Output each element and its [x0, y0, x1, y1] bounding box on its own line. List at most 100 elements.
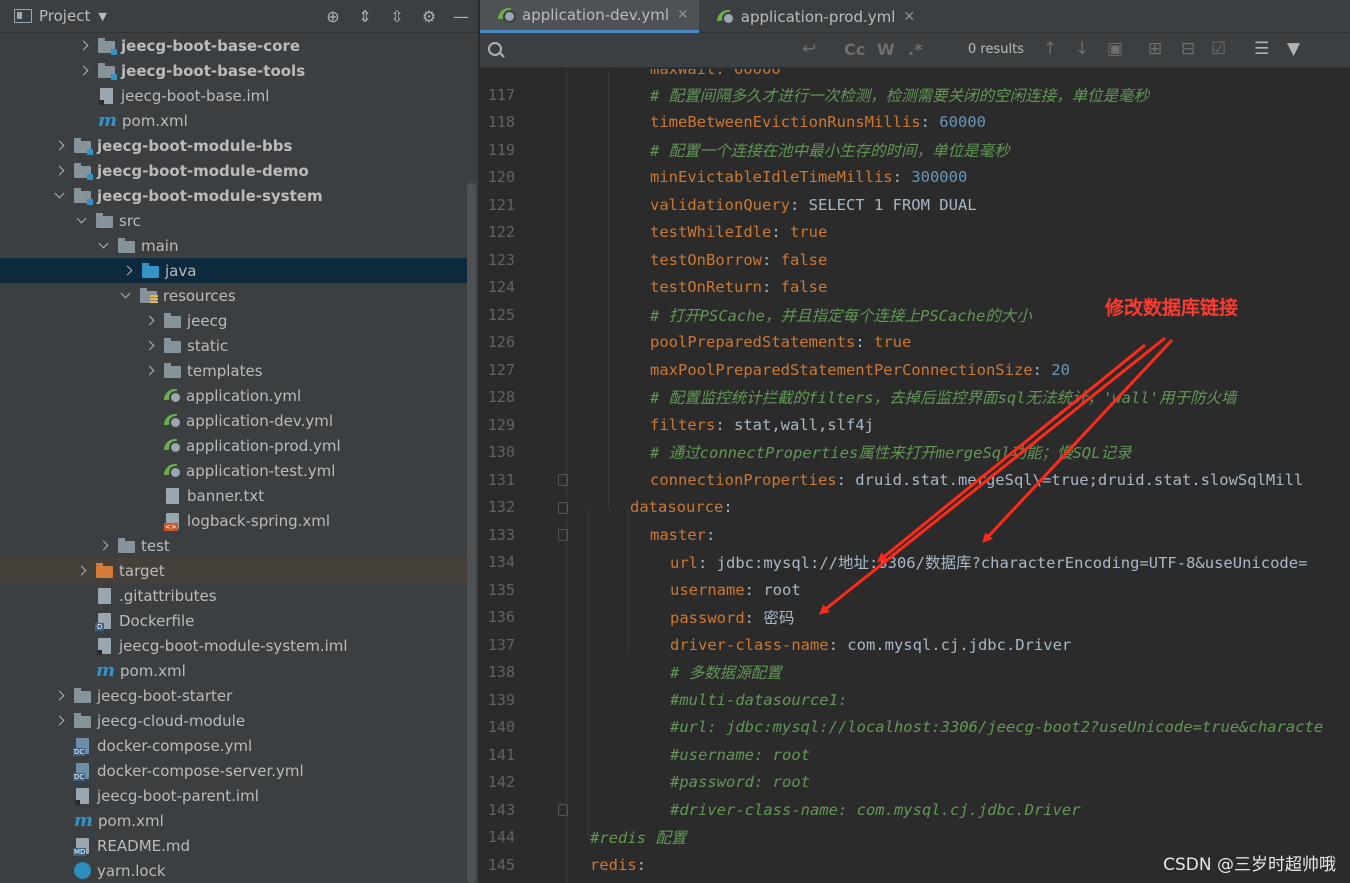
- tree-item[interactable]: Dockerfile: [0, 608, 470, 633]
- tree-item[interactable]: jeecg-boot-module-system.iml: [0, 633, 470, 658]
- code-line[interactable]: 135 username: root: [480, 576, 1350, 604]
- match-case-button[interactable]: Cc: [844, 40, 865, 59]
- tree-item[interactable]: jeecg-boot-base-tools: [0, 58, 470, 83]
- code-area[interactable]: maxWait: 60000 117 # 配置间隔多久才进行一次检测，检测需要关闭的…: [480, 69, 1350, 883]
- project-title[interactable]: Project: [39, 7, 90, 25]
- code-line[interactable]: 143 #driver-class-name: com.mysql.cj.jdbc…: [480, 796, 1350, 824]
- collapse-all-icon[interactable]: ⇳: [388, 7, 406, 26]
- tree-item[interactable]: application.yml: [0, 383, 470, 408]
- tree-item[interactable]: yarn.lock: [0, 858, 470, 883]
- chevron-down-icon[interactable]: [120, 290, 132, 302]
- tree-item[interactable]: target: [0, 558, 470, 583]
- code-line[interactable]: 134 url: jdbc:mysql://地址:3306/数据库?charact…: [480, 549, 1350, 577]
- chevron-right-icon[interactable]: [122, 265, 134, 277]
- minimize-icon[interactable]: —: [452, 7, 470, 26]
- code-line[interactable]: 118 timeBetweenEvictionRunsMillis: 60000: [480, 109, 1350, 137]
- code-line[interactable]: 144 #redis 配置: [480, 824, 1350, 852]
- tree-item[interactable]: pom.xml: [0, 108, 470, 133]
- tree-item[interactable]: main: [0, 233, 470, 258]
- chevron-right-icon[interactable]: [78, 40, 90, 52]
- code-line[interactable]: 139 #multi-datasource1:: [480, 686, 1350, 714]
- code-line[interactable]: 132 datasource:: [480, 494, 1350, 522]
- fold-icon[interactable]: [558, 804, 568, 816]
- chevron-right-icon[interactable]: [98, 540, 110, 552]
- code-line[interactable]: 121 validationQuery: SELECT 1 FROM DUAL: [480, 191, 1350, 219]
- tree-item[interactable]: jeecg-boot-base-core: [0, 33, 470, 58]
- code-line[interactable]: 141 #username: root: [480, 741, 1350, 769]
- code-line[interactable]: 128 # 配置监控统计拦截的filters，去掉后监控界面sql无法统计，'wa…: [480, 384, 1350, 412]
- chevron-right-icon[interactable]: [54, 140, 66, 152]
- filter-icon[interactable]: ▼: [1287, 39, 1300, 59]
- code-line[interactable]: 123 testOnBorrow: false: [480, 246, 1350, 274]
- locate-icon[interactable]: ⊕: [324, 7, 342, 26]
- chevron-right-icon[interactable]: [144, 365, 156, 377]
- tree-item[interactable]: jeecg-boot-module-system: [0, 183, 470, 208]
- tree-item[interactable]: jeecg-cloud-module: [0, 708, 470, 733]
- arrow-down-icon[interactable]: ↓: [1075, 39, 1089, 59]
- tab-application-dev[interactable]: application-dev.yml ✕: [480, 0, 699, 33]
- code-line[interactable]: 122 testWhileIdle: true: [480, 219, 1350, 247]
- regex-button[interactable]: .*: [908, 40, 922, 59]
- tree-item[interactable]: application-test.yml: [0, 458, 470, 483]
- tree-item[interactable]: pom.xml: [0, 658, 470, 683]
- tree-item[interactable]: test: [0, 533, 470, 558]
- code-line[interactable]: 136 password: 密码: [480, 604, 1350, 632]
- tree-item[interactable]: jeecg-boot-module-demo: [0, 158, 470, 183]
- select-all-icon[interactable]: ☑: [1211, 39, 1226, 59]
- chevron-down-icon[interactable]: ▼: [98, 10, 106, 23]
- code-line[interactable]: 142 #password: root: [480, 769, 1350, 797]
- code-line[interactable]: 119 # 配置一个连接在池中最小生存的时间，单位是毫秒: [480, 136, 1350, 164]
- code-line[interactable]: 130 # 通过connectProperties属性来打开mergeSql功能；…: [480, 439, 1350, 467]
- filter-options-icon[interactable]: ☰: [1254, 39, 1269, 59]
- tree-item[interactable]: README.md: [0, 833, 470, 858]
- words-button[interactable]: W: [877, 40, 895, 59]
- tree-item[interactable]: jeecg-boot-base.iml: [0, 83, 470, 108]
- history-icon[interactable]: ↩: [802, 39, 816, 59]
- tree-item[interactable]: logback-spring.xml: [0, 508, 470, 533]
- fold-icon[interactable]: [558, 501, 568, 514]
- code-line[interactable]: 140 #url: jdbc:mysql://localhost:3306/jee…: [480, 714, 1350, 742]
- code-line[interactable]: 137 driver-class-name: com.mysql.cj.jdbc.…: [480, 631, 1350, 659]
- tree-item[interactable]: templates: [0, 358, 470, 383]
- code-line[interactable]: 138 # 多数据源配置: [480, 659, 1350, 687]
- remove-occurrence-icon[interactable]: ⊟: [1181, 39, 1195, 59]
- gear-icon[interactable]: ⚙: [420, 7, 438, 26]
- tree-item[interactable]: src: [0, 208, 470, 233]
- tree-item[interactable]: jeecg-boot-parent.iml: [0, 783, 470, 808]
- chevron-down-icon[interactable]: [76, 215, 88, 227]
- code-line[interactable]: 117 # 配置间隔多久才进行一次检测，检测需要关闭的空闲连接，单位是毫秒: [480, 81, 1350, 109]
- chevron-right-icon[interactable]: [54, 165, 66, 177]
- search-icon[interactable]: [488, 42, 502, 56]
- expand-all-icon[interactable]: ⇕: [356, 7, 374, 26]
- tree-item[interactable]: .gitattributes: [0, 583, 470, 608]
- arrow-up-icon[interactable]: ↑: [1043, 39, 1057, 59]
- add-occurrence-icon[interactable]: ⊞: [1148, 39, 1162, 59]
- tree-item[interactable]: java: [0, 258, 470, 283]
- open-window-icon[interactable]: ▣: [1107, 39, 1123, 59]
- code-line[interactable]: 131 connectionProperties: druid.stat.merg…: [480, 466, 1350, 494]
- chevron-right-icon[interactable]: [144, 315, 156, 327]
- close-icon[interactable]: ✕: [903, 9, 915, 25]
- tab-application-prod[interactable]: application-prod.yml ✕: [699, 0, 925, 33]
- project-scrollbar[interactable]: [467, 183, 476, 883]
- fold-icon[interactable]: [558, 474, 568, 486]
- code-line[interactable]: 133 master:: [480, 521, 1350, 549]
- chevron-right-icon[interactable]: [144, 340, 156, 352]
- code-line[interactable]: 127 maxPoolPreparedStatementPerConnection…: [480, 356, 1350, 384]
- search-input[interactable]: [514, 39, 804, 62]
- tree-item[interactable]: application-dev.yml: [0, 408, 470, 433]
- close-icon[interactable]: ✕: [677, 7, 689, 23]
- code-line[interactable]: 120 minEvictableIdleTimeMillis: 300000: [480, 164, 1350, 192]
- tree-item[interactable]: application-prod.yml: [0, 433, 470, 458]
- tree-item[interactable]: static: [0, 333, 470, 358]
- tree-item[interactable]: jeecg-boot-starter: [0, 683, 470, 708]
- code-line[interactable]: 126 poolPreparedStatements: true: [480, 329, 1350, 357]
- tree-item[interactable]: pom.xml: [0, 808, 470, 833]
- chevron-right-icon[interactable]: [76, 565, 88, 577]
- chevron-right-icon[interactable]: [78, 65, 90, 77]
- tree-item[interactable]: resources: [0, 283, 470, 308]
- tree-item[interactable]: jeecg: [0, 308, 470, 333]
- tree-item[interactable]: jeecg-boot-module-bbs: [0, 133, 470, 158]
- chevron-down-icon[interactable]: [54, 190, 66, 202]
- code-line[interactable]: 129 filters: stat,wall,slf4j: [480, 411, 1350, 439]
